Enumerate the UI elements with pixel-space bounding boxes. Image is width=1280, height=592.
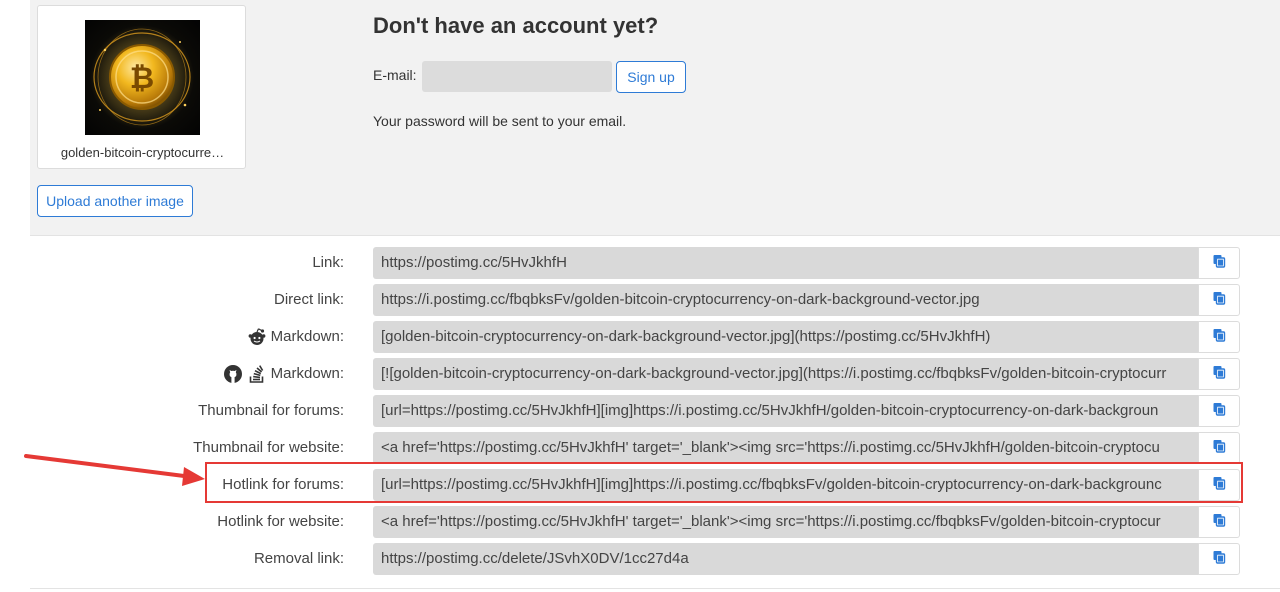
link-row-markdown-reddit: Markdown: [golden-bitcoin-cryptocurrency-… (0, 321, 1280, 353)
row-label-text: Direct link: (273, 291, 344, 308)
bitcoin-thumbnail-image[interactable]: ₿ (85, 20, 200, 135)
row-label-text: Thumbnail for website: (193, 439, 344, 456)
link-field-link[interactable]: https://postimg.cc/5HvJkhfH (373, 247, 1198, 279)
bitcoin-coin-icon: ₿ (90, 25, 194, 129)
image-filename: golden-bitcoin-cryptocurre… (60, 145, 225, 160)
bottom-divider (30, 588, 1280, 589)
copy-icon (1212, 513, 1226, 532)
link-field-removal-link[interactable]: https://postimg.cc/delete/JSvhX0DV/1cc27… (373, 543, 1198, 575)
link-field-markdown-github[interactable]: [![golden-bitcoin-cryptocurrency-on-dark… (373, 358, 1198, 390)
link-field-markdown-reddit[interactable]: [golden-bitcoin-cryptocurrency-on-dark-b… (373, 321, 1198, 353)
signup-heading: Don't have an account yet? (373, 13, 659, 38)
link-field-hotlink-forums[interactable]: [url=https://postimg.cc/5HvJkhfH][img]ht… (373, 469, 1198, 501)
link-field-direct-link[interactable]: https://i.postimg.cc/fbqbksFv/golden-bit… (373, 284, 1198, 316)
copy-button[interactable] (1198, 469, 1240, 501)
row-label-text: Markdown: (270, 365, 344, 382)
link-row-thumbnail-forums: Thumbnail for forums: [url=https://postim… (0, 395, 1280, 427)
row-label: Hotlink for website: (217, 506, 344, 538)
copy-icon (1212, 291, 1226, 310)
image-thumbnail-card[interactable]: ₿ golden-bitcoin-cryptocurre… (37, 5, 246, 169)
reddit-icon (247, 327, 267, 347)
password-note: Your password will be sent to your email… (373, 113, 627, 129)
link-row-markdown-github: Markdown: [![golden-bitcoin-cryptocurrenc… (0, 358, 1280, 390)
row-label: Thumbnail for forums: (198, 395, 344, 427)
row-label-text: Thumbnail for forums: (198, 402, 344, 419)
link-row-link: Link: https://postimg.cc/5HvJkhfH (0, 247, 1280, 279)
copy-button[interactable] (1198, 506, 1240, 538)
upload-another-image-button[interactable]: Upload another image (37, 185, 193, 217)
row-label: Hotlink for forums: (222, 469, 344, 501)
copy-button[interactable] (1198, 321, 1240, 353)
copy-button[interactable] (1198, 358, 1240, 390)
copy-button[interactable] (1198, 395, 1240, 427)
copy-icon (1212, 439, 1226, 458)
svg-text:₿: ₿ (130, 61, 154, 96)
row-label: Direct link: (274, 284, 344, 316)
copy-icon (1212, 550, 1226, 569)
copy-icon (1212, 365, 1226, 384)
row-label: Markdown: (223, 358, 344, 390)
row-label-text: Hotlink for website: (217, 513, 344, 530)
copy-button[interactable] (1198, 284, 1240, 316)
link-field-hotlink-website[interactable]: <a href='https://postimg.cc/5HvJkhfH' ta… (373, 506, 1198, 538)
row-label: Markdown: (247, 321, 344, 353)
email-input[interactable] (422, 61, 612, 92)
copy-button[interactable] (1198, 543, 1240, 575)
link-row-direct-link: Direct link: https://i.postimg.cc/fbqbksF… (0, 284, 1280, 316)
row-label-text: Hotlink for forums: (222, 476, 344, 493)
row-label-text: Link: (312, 254, 344, 271)
link-row-removal-link: Removal link: https://postimg.cc/delete/J… (0, 543, 1280, 575)
row-label: Removal link: (254, 543, 344, 575)
link-row-hotlink-forums: Hotlink for forums: [url=https://postimg.… (0, 469, 1280, 501)
stackoverflow-icon (247, 364, 267, 384)
email-label: E-mail: (373, 67, 417, 83)
copy-button[interactable] (1198, 247, 1240, 279)
link-row-hotlink-website: Hotlink for website: <a href='https://pos… (0, 506, 1280, 538)
github-icon (223, 364, 243, 384)
copy-icon (1212, 254, 1226, 273)
link-field-thumbnail-forums[interactable]: [url=https://postimg.cc/5HvJkhfH][img]ht… (373, 395, 1198, 427)
sign-up-button[interactable]: Sign up (616, 61, 686, 93)
link-field-thumbnail-website[interactable]: <a href='https://postimg.cc/5HvJkhfH' ta… (373, 432, 1198, 464)
row-label-text: Markdown: (270, 328, 344, 345)
copy-icon (1212, 476, 1226, 495)
link-row-thumbnail-website: Thumbnail for website: <a href='https://p… (0, 432, 1280, 464)
row-label: Link: (312, 247, 344, 279)
copy-icon (1212, 328, 1226, 347)
copy-icon (1212, 402, 1226, 421)
copy-button[interactable] (1198, 432, 1240, 464)
row-label-text: Removal link: (253, 550, 344, 567)
row-label: Thumbnail for website: (193, 432, 344, 464)
